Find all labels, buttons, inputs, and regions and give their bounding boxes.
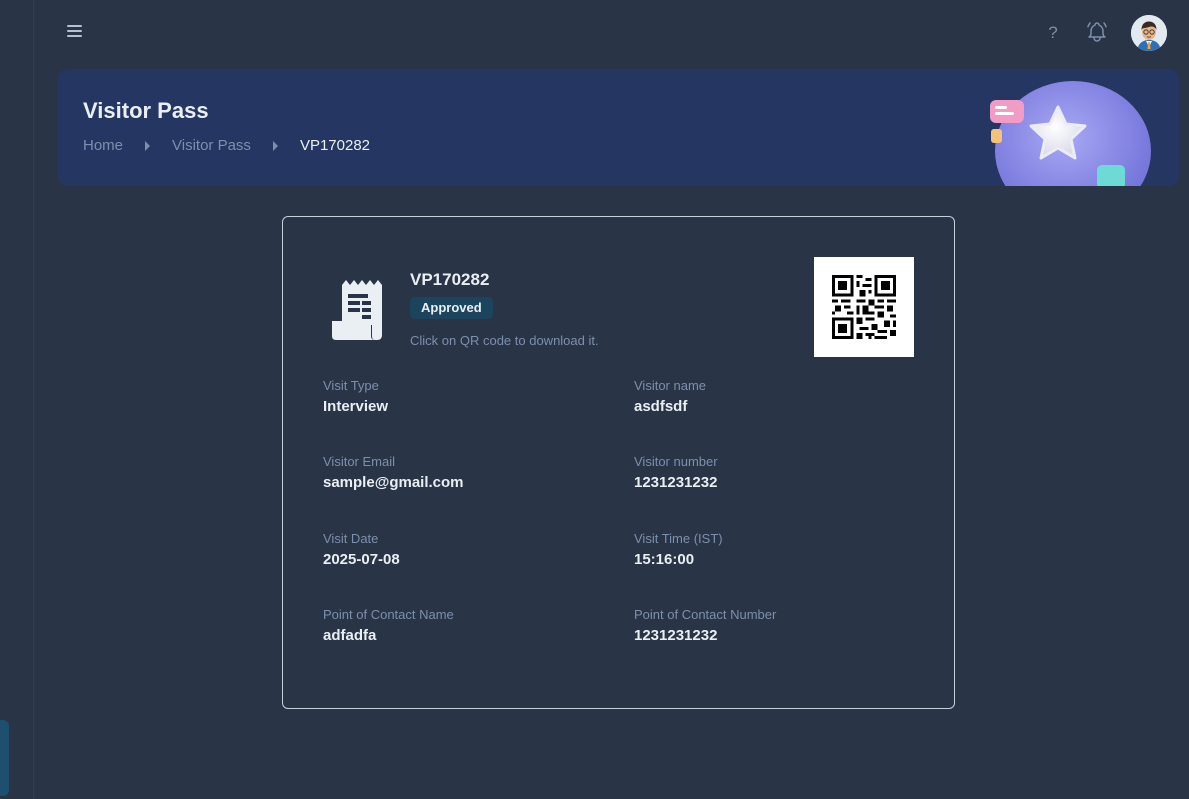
bell-icon[interactable] [1085,20,1109,44]
field-visitor-number: Visitor number 1231231232 [634,454,718,491]
qr-code[interactable] [814,257,914,357]
field-value: sample@gmail.com [323,474,464,491]
field-label: Visitor number [634,454,718,469]
breadcrumb-visitor-pass[interactable]: Visitor Pass [172,137,251,154]
field-value: Interview [323,398,389,415]
page-title: Visitor Pass [83,98,209,123]
field-value: 15:16:00 [634,551,695,568]
field-label: Point of Contact Number [634,607,777,622]
sidebar [0,0,34,799]
breadcrumb: Home Visitor Pass VP170282 [83,137,370,154]
question-icon[interactable]: ? [1044,21,1062,45]
sidebar-toggle-tab[interactable] [0,720,9,796]
field-contact-name: Point of Contact Name adfadfa [323,607,454,644]
star-illustration-icon [988,79,1158,186]
topbar: ? [34,0,1189,66]
field-contact-number: Point of Contact Number 1231231232 [634,607,776,644]
field-value: 1231231232 [634,474,718,491]
field-label: Visitor Email [323,454,396,469]
breadcrumb-current: VP170282 [299,137,371,154]
field-label: Visit Time (IST) [634,531,723,546]
pass-id: VP170282 [410,270,490,289]
visitor-pass-card: VP170282 Approved Click on QR code to do… [282,216,955,709]
status-badge: Approved [410,297,493,319]
field-visit-date: Visit Date 2025-07-08 [323,531,400,568]
page-header-banner: Visitor Pass Home Visitor Pass VP170282 [58,69,1179,186]
breadcrumb-separator-icon [145,140,151,151]
field-value: adfadfa [323,627,377,644]
field-visitor-email: Visitor Email sample@gmail.com [323,454,464,491]
breadcrumb-separator-icon [272,140,278,151]
user-avatar[interactable] [1131,15,1167,51]
field-label: Point of Contact Name [323,607,454,622]
field-value: 1231231232 [634,627,718,644]
hamburger-icon[interactable] [66,22,88,44]
field-label: Visit Date [323,531,379,546]
receipt-icon [331,279,387,341]
field-visit-type: Visit Type Interview [323,378,388,415]
field-value: 2025-07-08 [323,551,400,568]
field-value: asdfsdf [634,398,688,415]
qr-hint-text: Click on QR code to download it. [410,333,599,348]
field-visit-time: Visit Time (IST) 15:16:00 [634,531,723,568]
field-visitor-name: Visitor name asdfsdf [634,378,706,415]
breadcrumb-home[interactable]: Home [83,137,123,154]
field-label: Visitor name [634,378,707,393]
field-label: Visit Type [323,378,379,393]
